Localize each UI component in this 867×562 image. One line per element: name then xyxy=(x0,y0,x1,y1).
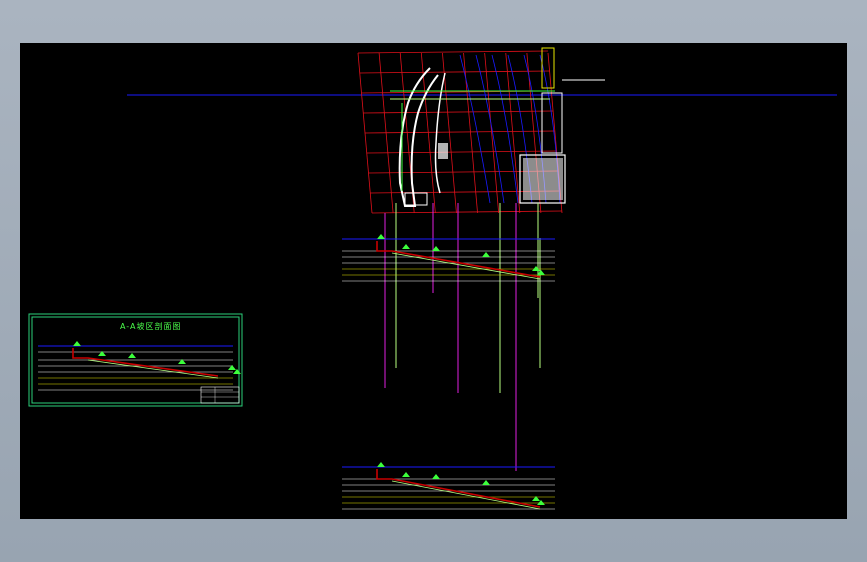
building-fill xyxy=(523,158,563,200)
design-profile xyxy=(87,359,219,379)
grid-line-vertical xyxy=(420,52,436,214)
grid-line-horizontal xyxy=(359,70,550,74)
grid-line-horizontal xyxy=(364,130,556,134)
cad-viewport: A-A坡区剖面图 xyxy=(0,0,867,562)
model-space-canvas[interactable]: A-A坡区剖面图 xyxy=(20,43,847,519)
tree-marker xyxy=(432,474,440,479)
tree-marker xyxy=(532,266,540,271)
tree-marker xyxy=(482,480,490,485)
label-box xyxy=(438,143,448,159)
sheet-profile xyxy=(38,341,241,391)
tree-marker xyxy=(402,472,410,477)
section-profile-lower[interactable] xyxy=(342,462,555,510)
grid-line-horizontal xyxy=(366,150,557,154)
plan-view[interactable] xyxy=(357,47,605,214)
sheet-title: A-A坡区剖面图 xyxy=(120,321,181,331)
contour-line xyxy=(475,54,505,204)
projection-lines xyxy=(384,203,541,471)
tree-marker xyxy=(402,244,410,249)
grid-line-horizontal xyxy=(371,210,563,214)
tree-marker xyxy=(73,341,81,346)
road-path xyxy=(398,67,439,207)
grid-line-vertical xyxy=(484,52,500,214)
grid-line-horizontal xyxy=(357,50,549,54)
tree-marker xyxy=(482,252,490,257)
title-block xyxy=(200,386,240,404)
ground-profile xyxy=(376,469,541,508)
drawing-svg: A-A坡区剖面图 xyxy=(28,47,837,510)
grid-line-horizontal xyxy=(363,110,554,114)
section-sheet[interactable]: A-A坡区剖面图 xyxy=(28,313,243,407)
tree-marker xyxy=(377,462,385,467)
section-profile-upper[interactable] xyxy=(342,234,555,282)
tree-marker xyxy=(377,234,385,239)
label-box xyxy=(404,192,428,206)
tree-marker xyxy=(128,353,136,358)
